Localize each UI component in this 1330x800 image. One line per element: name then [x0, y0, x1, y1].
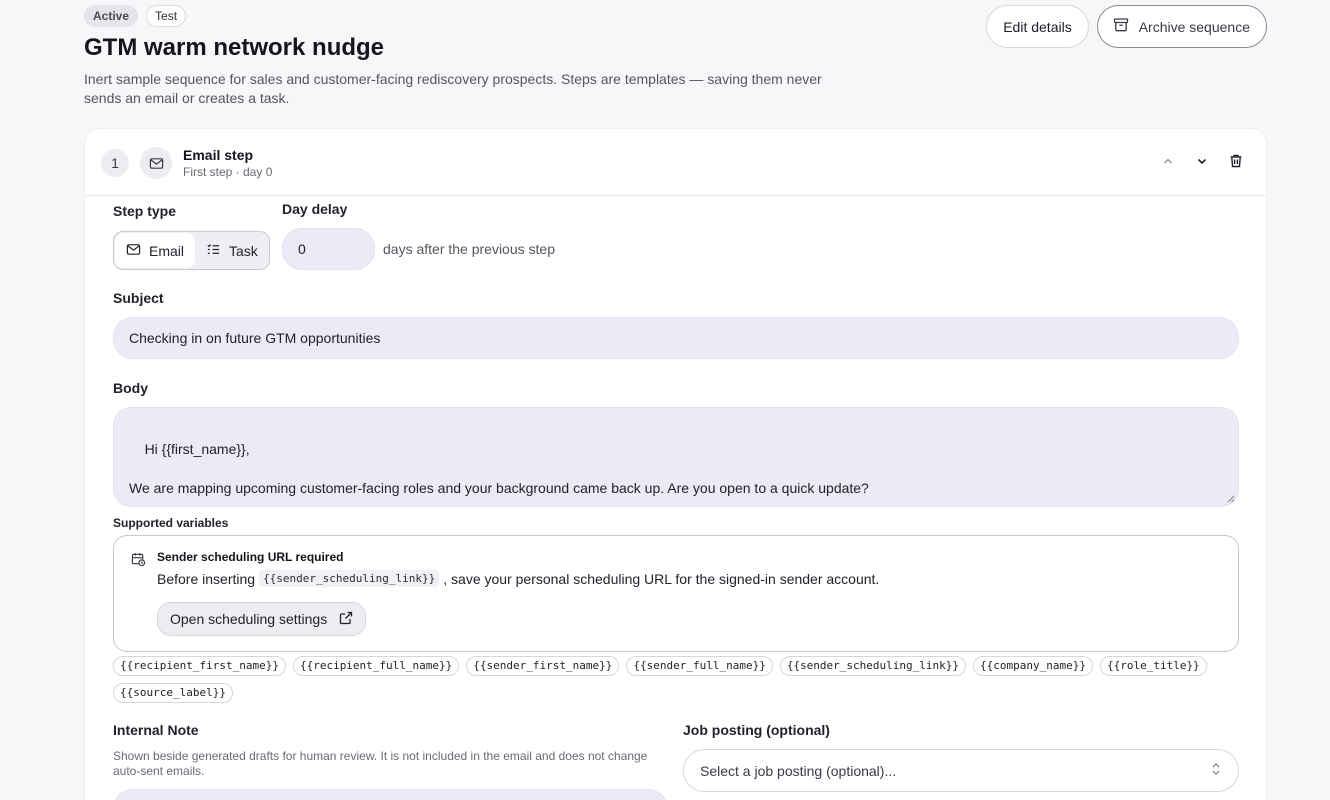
- external-link-icon: [339, 611, 353, 628]
- variable-chip[interactable]: {{recipient_first_name}}: [113, 656, 286, 676]
- status-badge-test: Test: [146, 5, 187, 27]
- body-textarea[interactable]: Hi {{first_name}}, We are mapping upcomi…: [113, 407, 1239, 507]
- step-controls: [1160, 153, 1244, 174]
- step-card: 1 Email step First step · day 0 Step typ…: [84, 128, 1267, 800]
- step-card-header[interactable]: 1 Email step First step · day 0: [85, 129, 1266, 196]
- alert-code: {{sender_scheduling_link}}: [259, 570, 440, 587]
- day-delay-suffix: days after the previous step: [383, 241, 555, 257]
- page-description: Inert sample sequence for sales and cust…: [84, 71, 822, 106]
- step-type-task-label: Task: [229, 242, 258, 259]
- body-label: Body: [113, 380, 148, 396]
- status-badges: Active Test: [84, 5, 187, 27]
- archive-sequence-label: Archive sequence: [1138, 18, 1250, 35]
- variable-chip[interactable]: {{sender_full_name}}: [626, 656, 773, 676]
- resize-handle-icon[interactable]: [1227, 495, 1235, 503]
- step-type-email-label: Email: [149, 242, 185, 259]
- step-title: Email step: [183, 147, 254, 163]
- header-actions: Edit details Archive sequence: [986, 5, 1267, 48]
- internal-note-label: Internal Note: [113, 722, 199, 738]
- internal-note-help: Shown beside generated drafts for human …: [113, 749, 648, 778]
- archive-sequence-button[interactable]: Archive sequence: [1096, 5, 1267, 48]
- edit-details-button[interactable]: Edit details: [986, 5, 1089, 48]
- step-type-email-option[interactable]: Email: [115, 233, 196, 268]
- step-subtitle: First step · day 0: [183, 165, 273, 179]
- variable-chip[interactable]: {{company_name}}: [973, 656, 1093, 676]
- day-delay-label: Day delay: [282, 201, 348, 217]
- status-badge-active: Active: [84, 5, 139, 27]
- variable-chip[interactable]: {{role_title}}: [1099, 656, 1207, 676]
- mail-icon: [126, 242, 141, 260]
- internal-note-input[interactable]: [113, 789, 668, 800]
- chevron-down-icon[interactable]: [1194, 153, 1210, 174]
- step-type-task-option[interactable]: Task: [195, 233, 269, 268]
- subject-input[interactable]: Checking in on future GTM opportunities: [113, 317, 1239, 359]
- alert-text-before: Before inserting: [157, 570, 256, 587]
- task-list-icon: [206, 242, 221, 260]
- step-number: 1: [101, 149, 129, 177]
- mail-icon: [140, 147, 172, 179]
- chevron-up-icon[interactable]: [1160, 153, 1176, 174]
- trash-icon[interactable]: [1228, 153, 1244, 174]
- alert-title: Sender scheduling URL required: [157, 550, 344, 564]
- supported-variables-label: Supported variables: [113, 516, 229, 530]
- job-posting-label: Job posting (optional): [683, 722, 830, 738]
- variable-chip[interactable]: {{sender_scheduling_link}}: [779, 656, 966, 676]
- edit-details-label: Edit details: [1003, 18, 1072, 35]
- alert-text-after: , save your personal scheduling URL for …: [443, 570, 880, 587]
- body-text: Hi {{first_name}}, We are mapping upcomi…: [129, 440, 869, 496]
- variable-chips: {{recipient_first_name}} {{recipient_ful…: [113, 656, 1243, 703]
- open-scheduling-settings-label: Open scheduling settings: [170, 611, 328, 627]
- open-scheduling-settings-button[interactable]: Open scheduling settings: [157, 602, 367, 636]
- job-posting-select[interactable]: Select a job posting (optional)...: [683, 749, 1239, 792]
- calendar-clock-icon: [131, 552, 146, 567]
- alert-text: Before inserting {{sender_scheduling_lin…: [157, 570, 879, 587]
- page-title: GTM warm network nudge: [84, 34, 385, 61]
- day-delay-input[interactable]: 0: [282, 228, 375, 270]
- job-posting-placeholder: Select a job posting (optional)...: [700, 762, 897, 779]
- variable-chip[interactable]: {{source_label}}: [113, 683, 233, 703]
- variable-chip[interactable]: {{recipient_full_name}}: [292, 656, 460, 676]
- variable-chip[interactable]: {{sender_first_name}}: [466, 656, 620, 676]
- step-type-toggle: Email Task: [113, 231, 270, 270]
- step-type-label: Step type: [113, 203, 177, 219]
- archive-icon: [1113, 17, 1129, 36]
- scheduling-url-alert: Sender scheduling URL required Before in…: [113, 535, 1239, 652]
- subject-label: Subject: [113, 290, 164, 306]
- chevron-up-down-icon: [1210, 762, 1222, 779]
